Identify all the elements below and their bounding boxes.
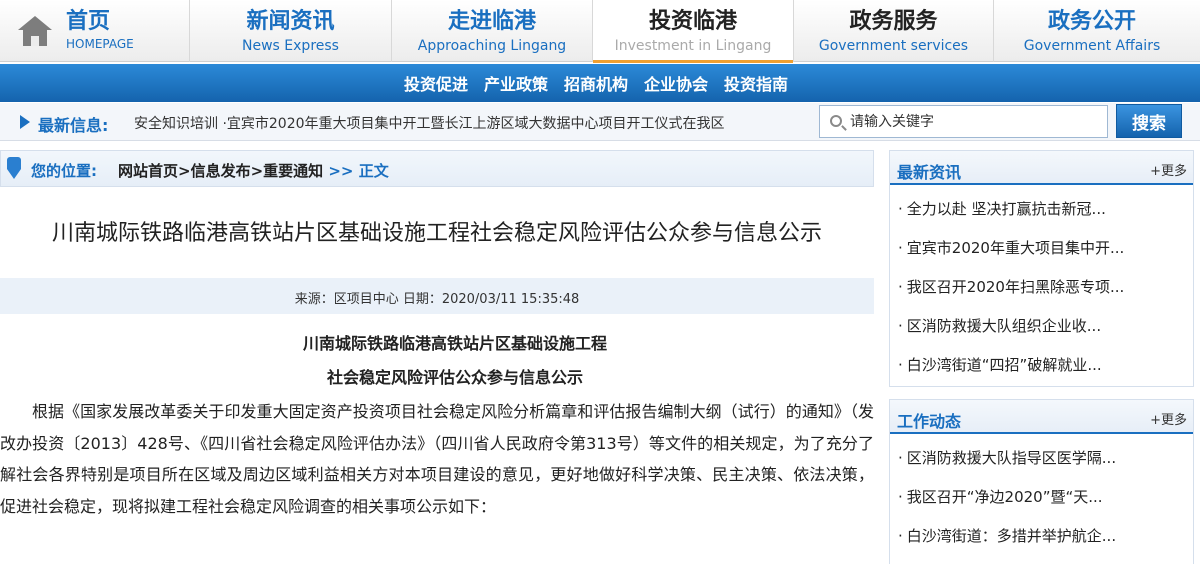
- home-icon: [18, 14, 52, 48]
- nav-home-sublabel: HOMEPAGE: [66, 37, 134, 51]
- latest-news-title: 最新资讯: [897, 163, 962, 182]
- list-item-text: 宜宾市2020年重大项目集中开...: [906, 239, 1125, 257]
- list-item[interactable]: · 区消防救援大队组织企业收...: [890, 313, 1193, 352]
- search-icon: [830, 115, 842, 127]
- breadcrumb-label: 您的位置:: [31, 162, 97, 180]
- news-ticker-bar: 最新信息: 安全知识培训 ·宜宾市2020年重大项目集中开工暨长江上游区域大数据…: [0, 103, 1200, 141]
- nav-government-affairs[interactable]: 政务公开 Government Affairs: [994, 0, 1190, 62]
- nav-home[interactable]: 首页 HOMEPAGE: [0, 0, 190, 62]
- work-updates-list: · 区消防救援大队指导区医学隔... · 我区召开“净边2020”暨“天... · 白…: [890, 434, 1193, 562]
- latest-news-panel: 最新资讯 +更多 · 全力以赴 坚决打赢抗击新冠... · 宜宾市2020年重大项目…: [889, 150, 1194, 387]
- list-item-text: 我区召开“净边2020”暨“天...: [906, 488, 1103, 506]
- nav-news-sublabel: News Express: [242, 38, 339, 54]
- nav-news-label: 新闻资讯: [246, 9, 335, 34]
- nav-approaching[interactable]: 走进临港 Approaching Lingang: [392, 0, 593, 62]
- nav-government-affairs-sublabel: Government Affairs: [1023, 38, 1161, 54]
- breadcrumb-links[interactable]: 网站首页>信息发布>重要通知: [118, 162, 323, 180]
- nav-approaching-label: 走进临港: [447, 9, 536, 34]
- list-item-text: 区消防救援大队组织企业收...: [906, 317, 1102, 335]
- article-subtitle-line1: 川南城际铁路临港高铁站片区基础设施工程: [302, 334, 607, 353]
- search-box: [819, 105, 1108, 138]
- nav-home-label: 首页: [66, 9, 111, 34]
- nav-news[interactable]: 新闻资讯 News Express: [190, 0, 392, 62]
- nav-investment[interactable]: 投资临港 Investment in Lingang: [593, 0, 794, 63]
- play-arrow-icon: [20, 115, 30, 129]
- nav-investment-sublabel: Investment in Lingang: [614, 38, 772, 54]
- list-item[interactable]: · 宜宾市2020年重大项目集中开...: [890, 235, 1193, 274]
- article-meta: 来源：区项目中心 日期：2020/03/11 15:35:48: [294, 292, 580, 307]
- article-meta-bar: 来源：区项目中心 日期：2020/03/11 15:35:48: [0, 278, 874, 314]
- ticker-label: 最新信息:: [38, 116, 109, 135]
- top-navigation: 首页 HOMEPAGE 新闻资讯 News Express 走进临港 Appro…: [0, 0, 1200, 63]
- list-item[interactable]: · 白沙湾街道：多措并举护航企...: [890, 523, 1193, 562]
- subnav-investment-guide[interactable]: 投资指南: [724, 71, 788, 95]
- nav-investment-label: 投资临港: [648, 9, 737, 34]
- list-item-text: 白沙湾街道：多措并举护航企...: [906, 527, 1117, 545]
- work-updates-panel: 工作动态 +更多 · 区消防救援大队指导区医学隔... · 我区召开“净边2020”…: [889, 399, 1194, 564]
- list-item-text: 全力以赴 坚决打赢抗击新冠...: [906, 200, 1106, 218]
- list-item-text: 白沙湾街道“四招”破解就业...: [906, 356, 1102, 374]
- ticker-text[interactable]: 安全知识培训 ·宜宾市2020年重大项目集中开工暨长江上游区域大数据中心项目开工…: [134, 113, 725, 133]
- subnav-industry-policy[interactable]: 产业政策: [484, 71, 548, 95]
- subnav-investment-promotion[interactable]: 投资促进: [404, 71, 468, 95]
- work-updates-title: 工作动态: [897, 412, 962, 431]
- nav-government-services-sublabel: Government services: [818, 38, 969, 54]
- work-updates-header: 工作动态 +更多: [890, 400, 1193, 434]
- article-title: 川南城际铁路临港高铁站片区基础设施工程社会稳定风险评估公众参与信息公示: [51, 221, 822, 246]
- nav-government-services[interactable]: 政务服务 Government services: [794, 0, 994, 62]
- location-pin-icon: [7, 157, 21, 179]
- search-button[interactable]: 搜索: [1116, 104, 1182, 138]
- list-item[interactable]: · 区消防救援大队指导区医学隔...: [890, 445, 1193, 484]
- list-item[interactable]: · 我区召开“净边2020”暨“天...: [890, 484, 1193, 523]
- nav-government-affairs-label: 政务公开: [1047, 9, 1136, 34]
- nav-government-services-label: 政务服务: [849, 9, 938, 34]
- breadcrumb: 您的位置: 网站首页>信息发布>重要通知 >> 正文: [0, 150, 874, 187]
- latest-news-list: · 全力以赴 坚决打赢抗击新冠... · 宜宾市2020年重大项目集中开... · 我…: [890, 185, 1193, 391]
- article-subtitle-line2: 社会稳定风险评估公众参与信息公示: [326, 368, 583, 387]
- latest-news-header: 最新资讯 +更多: [890, 151, 1193, 185]
- list-item-text: 我区召开2020年扫黑除恶专项...: [906, 278, 1125, 296]
- breadcrumb-separator: >>: [323, 162, 359, 180]
- article-body: 根据《国家发展改革委关于印发重大固定资产投资项目社会稳定风险分析篇章和评估报告编…: [0, 402, 874, 516]
- list-item-text: 区消防救援大队指导区医学隔...: [906, 449, 1117, 467]
- sub-navigation: 投资促进 产业政策 招商机构 企业协会 投资指南: [0, 64, 1200, 102]
- nav-approaching-sublabel: Approaching Lingang: [417, 38, 567, 54]
- breadcrumb-path: 网站首页>信息发布>重要通知 >> 正文: [118, 160, 389, 181]
- search-input[interactable]: [850, 112, 1100, 132]
- work-updates-more-link[interactable]: +更多: [1150, 409, 1187, 428]
- subnav-investment-agencies[interactable]: 招商机构: [564, 71, 628, 95]
- subnav-enterprise-associations[interactable]: 企业协会: [644, 71, 708, 95]
- list-item[interactable]: · 全力以赴 坚决打赢抗击新冠...: [890, 196, 1193, 235]
- list-item[interactable]: · 白沙湾街道“四招”破解就业...: [890, 352, 1193, 391]
- latest-news-more-link[interactable]: +更多: [1150, 160, 1187, 179]
- list-item[interactable]: · 我区召开2020年扫黑除恶专项...: [890, 274, 1193, 313]
- breadcrumb-current: 正文: [358, 162, 389, 180]
